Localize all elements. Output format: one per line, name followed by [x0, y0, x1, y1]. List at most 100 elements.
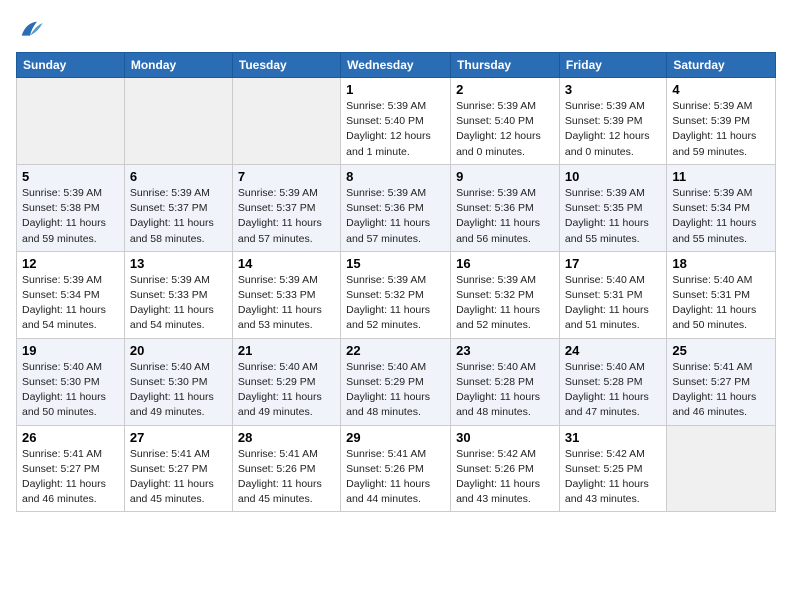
calendar-cell: 17 Sunrise: 5:40 AM Sunset: 5:31 PM Dayli…	[559, 251, 666, 338]
day-detail: Sunrise: 5:41 AM Sunset: 5:27 PM Dayligh…	[22, 447, 119, 508]
day-detail: Sunrise: 5:40 AM Sunset: 5:29 PM Dayligh…	[346, 360, 445, 421]
day-detail: Sunrise: 5:41 AM Sunset: 5:26 PM Dayligh…	[238, 447, 335, 508]
calendar-cell: 2 Sunrise: 5:39 AM Sunset: 5:40 PM Daylig…	[451, 78, 560, 165]
weekday-header-tuesday: Tuesday	[232, 53, 340, 78]
day-number: 13	[130, 256, 227, 271]
calendar-cell: 9 Sunrise: 5:39 AM Sunset: 5:36 PM Daylig…	[451, 164, 560, 251]
day-number: 24	[565, 343, 661, 358]
calendar-cell: 27Sunrise: 5:41 AM Sunset: 5:27 PM Dayli…	[124, 425, 232, 512]
day-detail: Sunrise: 5:39 AM Sunset: 5:37 PM Dayligh…	[130, 186, 227, 247]
day-number: 14	[238, 256, 335, 271]
day-detail: Sunrise: 5:42 AM Sunset: 5:26 PM Dayligh…	[456, 447, 554, 508]
week-row-4: 26 Sunrise: 5:41 AM Sunset: 5:27 PM Dayli…	[17, 425, 776, 512]
calendar-cell: 12 Sunrise: 5:39 AM Sunset: 5:34 PM Dayli…	[17, 251, 125, 338]
day-detail: Sunrise: 5:40 AM Sunset: 5:31 PM Dayligh…	[672, 273, 770, 334]
weekday-header-wednesday: Wednesday	[341, 53, 451, 78]
day-detail: Sunrise: 5:40 AM Sunset: 5:30 PM Dayligh…	[130, 360, 227, 421]
calendar-table: SundayMondayTuesdayWednesdayThursdayFrid…	[16, 52, 776, 512]
day-detail: Sunrise: 5:41 AM Sunset: 5:27 PM Dayligh…	[672, 360, 770, 421]
day-number: 22	[346, 343, 445, 358]
calendar-cell: 18Sunrise: 5:40 AM Sunset: 5:31 PM Dayli…	[667, 251, 776, 338]
calendar-cell: 22 Sunrise: 5:40 AM Sunset: 5:29 PM Dayli…	[341, 338, 451, 425]
day-number: 20	[130, 343, 227, 358]
day-number: 5	[22, 169, 119, 184]
weekday-header-friday: Friday	[559, 53, 666, 78]
day-detail: Sunrise: 5:39 AM Sunset: 5:34 PM Dayligh…	[22, 273, 119, 334]
day-number: 4	[672, 82, 770, 97]
calendar-cell: 13Sunrise: 5:39 AM Sunset: 5:33 PM Dayli…	[124, 251, 232, 338]
calendar-cell: 10 Sunrise: 5:39 AM Sunset: 5:35 PM Dayli…	[559, 164, 666, 251]
calendar-cell: 5 Sunrise: 5:39 AM Sunset: 5:38 PM Daylig…	[17, 164, 125, 251]
calendar-cell: 26 Sunrise: 5:41 AM Sunset: 5:27 PM Dayli…	[17, 425, 125, 512]
calendar-cell: 30 Sunrise: 5:42 AM Sunset: 5:26 PM Dayli…	[451, 425, 560, 512]
calendar-cell: 16Sunrise: 5:39 AM Sunset: 5:32 PM Dayli…	[451, 251, 560, 338]
calendar-cell: 20 Sunrise: 5:40 AM Sunset: 5:30 PM Dayli…	[124, 338, 232, 425]
day-detail: Sunrise: 5:39 AM Sunset: 5:37 PM Dayligh…	[238, 186, 335, 247]
day-detail: Sunrise: 5:40 AM Sunset: 5:29 PM Dayligh…	[238, 360, 335, 421]
weekday-header-row: SundayMondayTuesdayWednesdayThursdayFrid…	[17, 53, 776, 78]
calendar-cell: 25Sunrise: 5:41 AM Sunset: 5:27 PM Dayli…	[667, 338, 776, 425]
calendar-cell: 6 Sunrise: 5:39 AM Sunset: 5:37 PM Daylig…	[124, 164, 232, 251]
day-number: 2	[456, 82, 554, 97]
day-number: 28	[238, 430, 335, 445]
calendar-cell: 7 Sunrise: 5:39 AM Sunset: 5:37 PM Daylig…	[232, 164, 340, 251]
day-number: 27	[130, 430, 227, 445]
day-number: 19	[22, 343, 119, 358]
day-detail: Sunrise: 5:39 AM Sunset: 5:32 PM Dayligh…	[346, 273, 445, 334]
day-number: 30	[456, 430, 554, 445]
logo	[16, 16, 48, 44]
weekday-header-saturday: Saturday	[667, 53, 776, 78]
calendar-cell	[232, 78, 340, 165]
calendar-cell: 21 Sunrise: 5:40 AM Sunset: 5:29 PM Dayli…	[232, 338, 340, 425]
week-row-1: 5 Sunrise: 5:39 AM Sunset: 5:38 PM Daylig…	[17, 164, 776, 251]
day-number: 23	[456, 343, 554, 358]
day-number: 10	[565, 169, 661, 184]
calendar-cell	[17, 78, 125, 165]
day-number: 3	[565, 82, 661, 97]
day-detail: Sunrise: 5:40 AM Sunset: 5:30 PM Dayligh…	[22, 360, 119, 421]
day-number: 21	[238, 343, 335, 358]
day-number: 7	[238, 169, 335, 184]
calendar-cell	[667, 425, 776, 512]
day-detail: Sunrise: 5:39 AM Sunset: 5:36 PM Dayligh…	[346, 186, 445, 247]
calendar-cell: 14Sunrise: 5:39 AM Sunset: 5:33 PM Dayli…	[232, 251, 340, 338]
day-number: 9	[456, 169, 554, 184]
day-number: 16	[456, 256, 554, 271]
day-number: 6	[130, 169, 227, 184]
day-number: 11	[672, 169, 770, 184]
calendar-cell: 1 Sunrise: 5:39 AM Sunset: 5:40 PM Daylig…	[341, 78, 451, 165]
day-number: 12	[22, 256, 119, 271]
day-detail: Sunrise: 5:39 AM Sunset: 5:39 PM Dayligh…	[565, 99, 661, 160]
day-detail: Sunrise: 5:39 AM Sunset: 5:35 PM Dayligh…	[565, 186, 661, 247]
logo-icon	[16, 16, 44, 44]
weekday-header-thursday: Thursday	[451, 53, 560, 78]
calendar-cell: 19 Sunrise: 5:40 AM Sunset: 5:30 PM Dayli…	[17, 338, 125, 425]
day-detail: Sunrise: 5:39 AM Sunset: 5:34 PM Dayligh…	[672, 186, 770, 247]
day-detail: Sunrise: 5:40 AM Sunset: 5:28 PM Dayligh…	[565, 360, 661, 421]
day-detail: Sunrise: 5:39 AM Sunset: 5:40 PM Dayligh…	[456, 99, 554, 160]
day-number: 31	[565, 430, 661, 445]
day-number: 26	[22, 430, 119, 445]
calendar-cell: 24 Sunrise: 5:40 AM Sunset: 5:28 PM Dayli…	[559, 338, 666, 425]
calendar-cell: 4 Sunrise: 5:39 AM Sunset: 5:39 PM Daylig…	[667, 78, 776, 165]
day-detail: Sunrise: 5:39 AM Sunset: 5:39 PM Dayligh…	[672, 99, 770, 160]
day-detail: Sunrise: 5:40 AM Sunset: 5:31 PM Dayligh…	[565, 273, 661, 334]
weekday-header-monday: Monday	[124, 53, 232, 78]
calendar-cell: 15Sunrise: 5:39 AM Sunset: 5:32 PM Dayli…	[341, 251, 451, 338]
day-number: 17	[565, 256, 661, 271]
calendar-cell: 3 Sunrise: 5:39 AM Sunset: 5:39 PM Daylig…	[559, 78, 666, 165]
calendar-cell: 11 Sunrise: 5:39 AM Sunset: 5:34 PM Dayli…	[667, 164, 776, 251]
day-detail: Sunrise: 5:41 AM Sunset: 5:26 PM Dayligh…	[346, 447, 445, 508]
day-detail: Sunrise: 5:39 AM Sunset: 5:36 PM Dayligh…	[456, 186, 554, 247]
week-row-3: 19 Sunrise: 5:40 AM Sunset: 5:30 PM Dayli…	[17, 338, 776, 425]
calendar-cell	[124, 78, 232, 165]
week-row-2: 12 Sunrise: 5:39 AM Sunset: 5:34 PM Dayli…	[17, 251, 776, 338]
calendar-cell: 29 Sunrise: 5:41 AM Sunset: 5:26 PM Dayli…	[341, 425, 451, 512]
day-detail: Sunrise: 5:39 AM Sunset: 5:38 PM Dayligh…	[22, 186, 119, 247]
day-number: 1	[346, 82, 445, 97]
day-detail: Sunrise: 5:39 AM Sunset: 5:40 PM Dayligh…	[346, 99, 445, 160]
calendar-cell: 31Sunrise: 5:42 AM Sunset: 5:25 PM Dayli…	[559, 425, 666, 512]
weekday-header-sunday: Sunday	[17, 53, 125, 78]
calendar-cell: 28 Sunrise: 5:41 AM Sunset: 5:26 PM Dayli…	[232, 425, 340, 512]
day-number: 29	[346, 430, 445, 445]
